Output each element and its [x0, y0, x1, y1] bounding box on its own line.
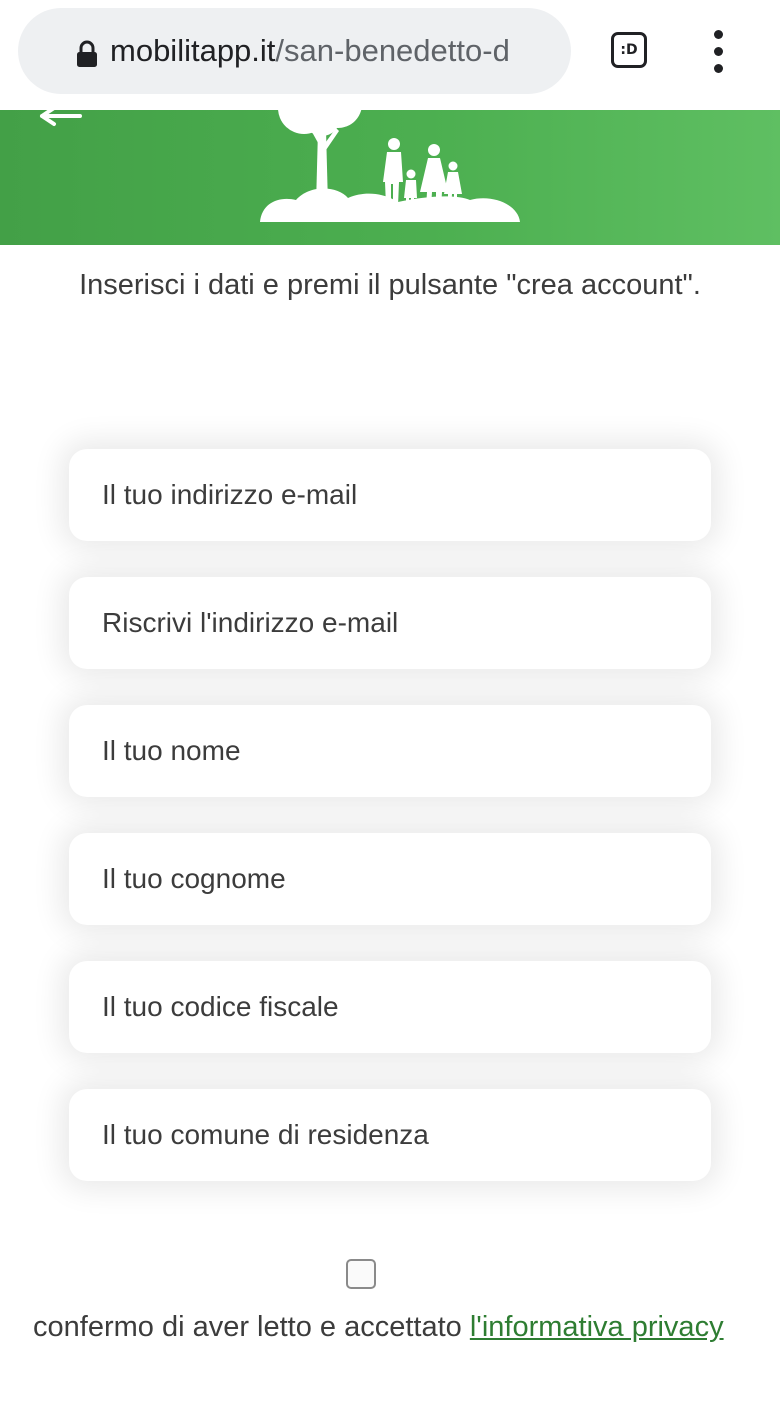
confirm-email-field[interactable]: Riscrivi l'indirizzo e-mail [69, 577, 711, 669]
privacy-policy-link[interactable]: l'informativa privacy [470, 1311, 724, 1343]
consent-label: confermo di aver letto e accettato [33, 1311, 470, 1343]
url-host: mobilitapp.it [110, 33, 276, 68]
confirm-email-placeholder: Riscrivi l'indirizzo e-mail [102, 607, 399, 638]
url-text[interactable]: mobilitapp.it/san-benedetto-d [110, 8, 566, 94]
lock-icon[interactable] [75, 40, 99, 68]
email-field[interactable]: Il tuo indirizzo e-mail [69, 449, 711, 541]
municipality-field[interactable]: Il tuo comune di residenza [69, 1089, 711, 1181]
first-name-field[interactable]: Il tuo nome [69, 705, 711, 797]
family-tree-illustration [260, 110, 520, 222]
more-vert-icon[interactable] [706, 30, 732, 74]
first-name-placeholder: Il tuo nome [102, 735, 241, 766]
browser-toolbar: mobilitapp.it/san-benedetto-d :D [0, 0, 780, 110]
tax-code-placeholder: Il tuo codice fiscale [102, 991, 339, 1022]
address-bar[interactable]: mobilitapp.it/san-benedetto-d [18, 8, 571, 94]
last-name-placeholder: Il tuo cognome [102, 863, 286, 894]
municipality-placeholder: Il tuo comune di residenza [102, 1119, 429, 1150]
last-name-field[interactable]: Il tuo cognome [69, 833, 711, 925]
tab-switcher-button[interactable]: :D [611, 32, 647, 68]
header-banner [0, 110, 780, 245]
back-arrow-icon[interactable] [38, 110, 88, 128]
privacy-consent-checkbox[interactable] [346, 1259, 376, 1289]
tax-code-field[interactable]: Il tuo codice fiscale [69, 961, 711, 1053]
privacy-consent-text: confermo di aver letto e accettato l'inf… [33, 1304, 753, 1350]
email-placeholder: Il tuo indirizzo e-mail [102, 479, 358, 510]
url-path: /san-benedetto-d [275, 33, 510, 68]
intro-text: Inserisci i dati e premi il pulsante "cr… [79, 269, 701, 301]
